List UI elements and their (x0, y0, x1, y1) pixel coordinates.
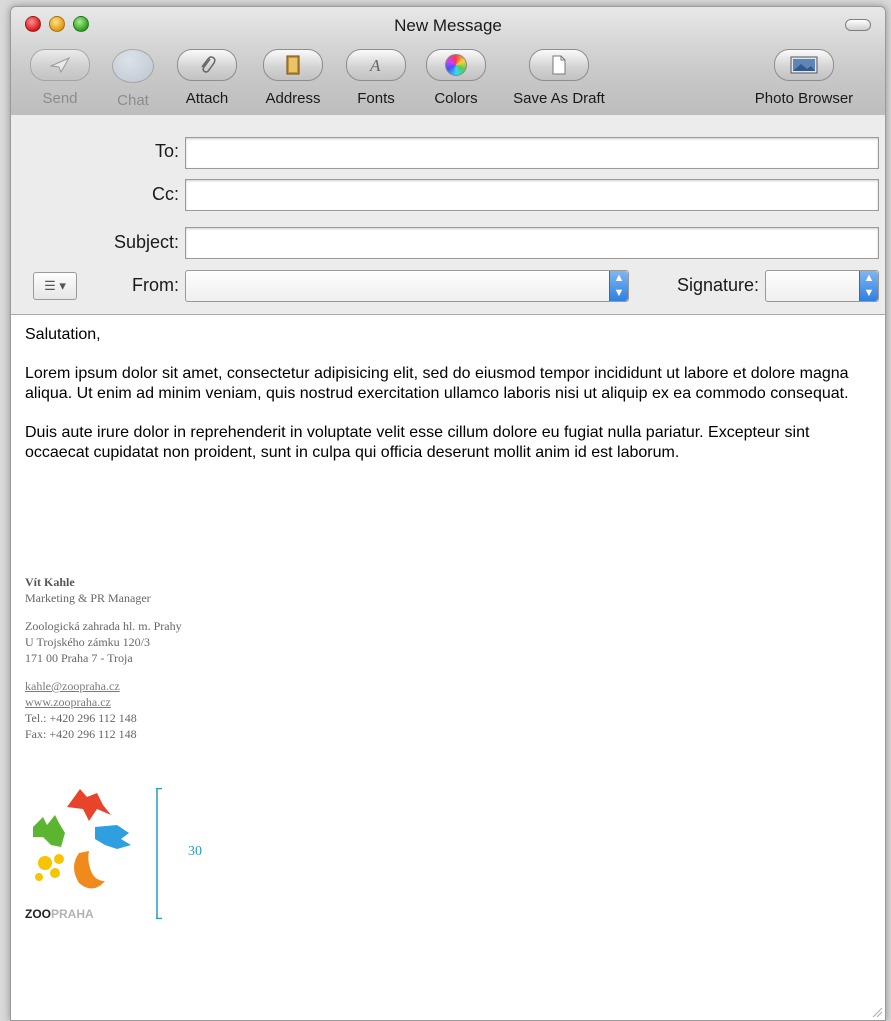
email-signature: Vít Kahle Marketing & PR Manager Zoologi… (25, 574, 325, 742)
from-select[interactable]: ▲ ▼ (185, 270, 629, 302)
to-field[interactable] (185, 137, 879, 169)
message-body[interactable]: Salutation, Lorem ipsum dolor sit amet, … (25, 325, 875, 482)
font-a-icon: A (346, 49, 406, 81)
photo-browser-label: Photo Browser (754, 90, 854, 107)
signature-label: Signature: (676, 275, 759, 295)
message-header: To: Cc: Subject: From: ▲ ▼ Signature: ▲ ▼ (11, 115, 885, 315)
color-wheel-icon (426, 49, 486, 81)
save-as-draft-label: Save As Draft (513, 90, 605, 107)
logo-praha: PRAHA (51, 907, 94, 921)
zoo-praha-logo-icon (33, 789, 131, 889)
to-label: To: (154, 141, 179, 161)
paper-plane-icon (30, 49, 90, 81)
cc-label: Cc: (152, 184, 179, 204)
header-options-button[interactable]: ☰ ▾ (33, 272, 77, 300)
signature-role: Marketing & PR Manager (25, 591, 151, 605)
colors-button[interactable]: Colors (419, 49, 493, 107)
signature-fax: Fax: +420 296 112 148 (25, 727, 137, 741)
logo-zoo: ZOO (25, 907, 51, 921)
chat-bubble-icon (112, 49, 154, 83)
address-book-icon (263, 49, 323, 81)
save-as-draft-button[interactable]: Save As Draft (499, 49, 619, 107)
title-bar: New Message Send Chat Attach Address A F… (11, 7, 885, 116)
photo-icon (774, 49, 834, 81)
signature-city: 171 00 Praha 7 - Troja (25, 651, 133, 665)
list-menu-icon: ☰ ▾ (44, 278, 66, 293)
compose-window: New Message Send Chat Attach Address A F… (10, 6, 886, 1021)
svg-text:A: A (369, 56, 381, 75)
signature-name: Vít Kahle (25, 575, 75, 589)
cc-field[interactable] (185, 179, 879, 211)
measure-bracket-icon (156, 788, 162, 919)
signature-tel: Tel.: +420 296 112 148 (25, 711, 137, 725)
paragraph-1: Lorem ipsum dolor sit amet, consectetur … (25, 365, 849, 402)
signature-web-link[interactable]: www.zoopraha.cz (25, 694, 325, 710)
subject-label: Subject: (113, 232, 179, 252)
fonts-button[interactable]: A Fonts (343, 49, 409, 107)
address-button[interactable]: Address (251, 49, 335, 107)
signature-stepper-icon: ▲ ▼ (859, 271, 878, 301)
photo-browser-button[interactable]: Photo Browser (739, 49, 869, 107)
signature-select[interactable]: ▲ ▼ (765, 270, 879, 302)
toolbar-toggle-button[interactable] (845, 19, 871, 31)
subject-field[interactable] (185, 227, 879, 259)
signature-street: U Trojského zámku 120/3 (25, 635, 151, 649)
paperclip-icon (177, 49, 237, 81)
resize-grip-icon[interactable] (871, 1006, 883, 1018)
address-label: Address (265, 90, 321, 107)
window-title: New Message (394, 16, 502, 35)
send-label: Send (42, 90, 78, 107)
from-stepper-icon: ▲ ▼ (609, 271, 628, 301)
send-button[interactable]: Send (25, 49, 95, 107)
chat-label: Chat (117, 92, 149, 109)
attach-label: Attach (185, 90, 229, 107)
signature-email-link[interactable]: kahle@zoopraha.cz (25, 678, 325, 694)
chat-button[interactable]: Chat (103, 49, 163, 109)
signature-org: Zoologická zahrada hl. m. Prahy (25, 619, 182, 633)
paragraph-2: Duis aute irure dolor in reprehenderit i… (25, 424, 810, 461)
fonts-label: Fonts (357, 90, 395, 107)
colors-label: Colors (434, 90, 478, 107)
document-icon (529, 49, 589, 81)
measure-value: 30 (188, 844, 202, 859)
salutation: Salutation, (25, 326, 101, 343)
from-label: From: (132, 275, 179, 295)
attach-button[interactable]: Attach (169, 49, 245, 107)
zoo-praha-logo-text: ZOOPRAHA (25, 907, 94, 921)
